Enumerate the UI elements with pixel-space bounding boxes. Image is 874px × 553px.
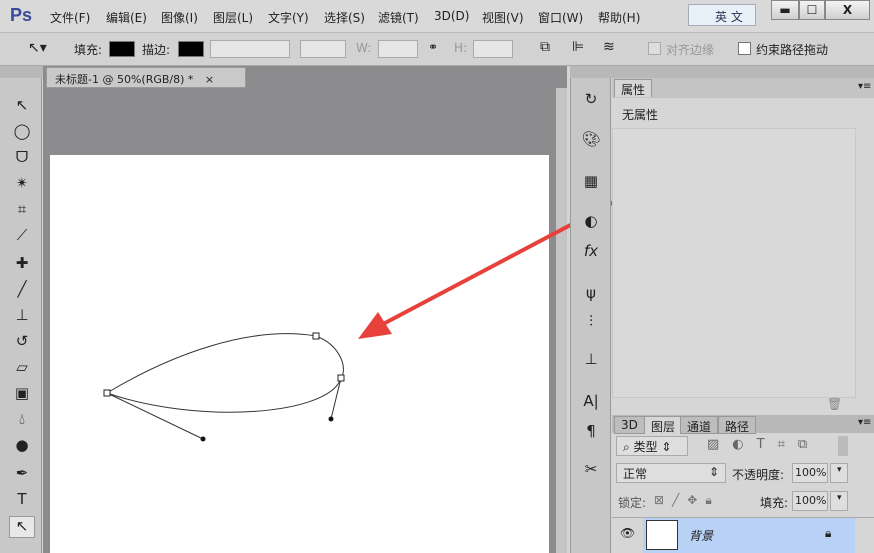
fill-label: 填充:: [760, 496, 789, 510]
panel-icon-column: ↻ 🎨︎ ▦ ◐ fx ψ ⫶ ⊥ A| ¶ ✂: [570, 78, 611, 553]
adjustments-icon[interactable]: ◐: [577, 212, 605, 236]
handle-line: [330, 377, 342, 420]
layer-lock-icon: 🔒︎: [825, 526, 832, 540]
styles-fx-icon[interactable]: fx: [577, 242, 605, 266]
brush-presets-icon[interactable]: ⫶: [577, 312, 605, 336]
handle-point: [200, 436, 206, 442]
opacity-dropdown[interactable]: ▾: [830, 463, 848, 483]
history-icon[interactable]: ↻: [577, 90, 605, 114]
opacity-input[interactable]: 100%: [792, 463, 828, 483]
handle-line: [106, 392, 204, 440]
anchor-point: [312, 332, 320, 340]
properties-body: [612, 128, 856, 398]
brushes-icon[interactable]: ψ: [577, 284, 605, 308]
layer-row[interactable]: 背景 🔒︎: [643, 518, 855, 553]
lock-label: 锁定:: [618, 496, 647, 510]
layer-thumbnail: [646, 520, 678, 550]
layer-name[interactable]: 背景: [689, 527, 713, 544]
handle-point: [328, 416, 334, 422]
layers-tab[interactable]: 3D: [614, 416, 645, 434]
clone-source-icon[interactable]: ⊥: [577, 350, 605, 374]
filter-type-dropdown[interactable]: ⌕ 类型 ⇕: [616, 436, 688, 456]
trash-icon[interactable]: 🗑︎: [827, 397, 842, 411]
tab-properties[interactable]: 属性: [614, 79, 653, 97]
opacity-label: 不透明度:: [732, 468, 785, 482]
fill-input[interactable]: 100%: [792, 491, 828, 511]
right-panel: 属性 ▾≡ 无属性 🗑︎ 3D 图层 通道 路径 ▾≡ ⌕ 类型 ⇕ ▨◐T⌗⧉ 正常…: [612, 78, 874, 553]
arrow-head: [358, 312, 392, 339]
fill-dropdown[interactable]: ▾: [830, 491, 848, 511]
lock-icons[interactable]: ⊠╱✥🔒︎: [654, 493, 720, 508]
filter-type-value: 类型: [633, 440, 658, 454]
layers-tab[interactable]: 图层: [644, 416, 683, 434]
layers-tab[interactable]: 路径: [718, 416, 757, 434]
tool-presets-icon[interactable]: ✂: [577, 460, 605, 484]
anchor-point: [337, 374, 345, 382]
layers-menu-icon[interactable]: ▾≡: [858, 417, 871, 428]
visibility-eye-icon[interactable]: 👁︎: [612, 518, 642, 553]
panel-menu-icon[interactable]: ▾≡: [858, 81, 871, 92]
blend-mode-value: 正常: [623, 467, 648, 481]
swatches-icon[interactable]: ▦: [577, 172, 605, 196]
paragraph-icon[interactable]: ¶: [577, 422, 605, 446]
filter-toggle[interactable]: [838, 436, 848, 456]
filter-icons[interactable]: ▨◐T⌗⧉: [707, 437, 820, 452]
anchor-point: [103, 389, 111, 397]
blend-mode-dropdown[interactable]: 正常 ⇕: [616, 463, 726, 483]
path-outline: [105, 333, 344, 413]
color-palette-icon[interactable]: 🎨︎: [577, 130, 605, 154]
no-properties-text: 无属性: [622, 108, 659, 122]
bezier-path: [105, 333, 344, 440]
character-icon[interactable]: A|: [577, 392, 605, 416]
layers-tab[interactable]: 通道: [680, 416, 719, 434]
